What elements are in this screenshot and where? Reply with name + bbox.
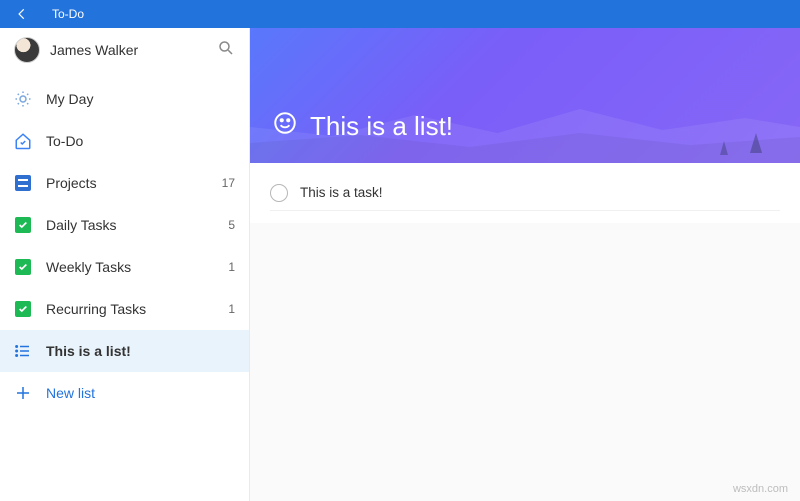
sidebar-item-weekly-tasks[interactable]: Weekly Tasks 1 <box>0 246 249 288</box>
checkbox-icon <box>14 216 32 234</box>
new-list-button[interactable]: New list <box>0 372 249 414</box>
search-button[interactable] <box>217 39 235 62</box>
watermark: wsxdn.com <box>733 483 788 495</box>
checkbox-icon <box>14 258 32 276</box>
sidebar-item-recurring-tasks[interactable]: Recurring Tasks 1 <box>0 288 249 330</box>
sidebar-item-my-day[interactable]: My Day <box>0 78 249 120</box>
task-list: This is a task! <box>250 163 800 223</box>
sidebar-item-label: Daily Tasks <box>46 217 214 233</box>
sidebar: James Walker My Day To-Do <box>0 28 250 501</box>
sidebar-item-count: 5 <box>228 218 235 232</box>
list-header: This is a list! <box>250 28 800 163</box>
list-icon <box>14 342 32 360</box>
avatar <box>14 37 40 63</box>
task-title: This is a task! <box>300 185 383 200</box>
sidebar-item-label: Projects <box>46 175 208 191</box>
sidebar-list: My Day To-Do Projects 17 <box>0 72 249 414</box>
sidebar-item-label: This is a list! <box>46 343 221 359</box>
smiley-icon[interactable] <box>272 110 298 143</box>
task-checkbox[interactable] <box>270 184 288 202</box>
sun-icon <box>14 90 32 108</box>
title-bar: To-Do <box>0 0 800 28</box>
back-button[interactable] <box>0 0 44 28</box>
sidebar-item-projects[interactable]: Projects 17 <box>0 162 249 204</box>
home-icon <box>14 132 32 150</box>
user-name: James Walker <box>50 42 207 58</box>
task-row[interactable]: This is a task! <box>270 175 780 211</box>
app-title: To-Do <box>52 7 84 21</box>
sidebar-item-count: 1 <box>228 260 235 274</box>
plus-icon <box>14 384 32 402</box>
back-arrow-icon <box>15 7 29 21</box>
sidebar-item-count: 1 <box>228 302 235 316</box>
checkbox-icon <box>14 300 32 318</box>
new-list-label: New list <box>46 385 95 401</box>
grid-icon <box>14 174 32 192</box>
search-icon <box>217 39 235 57</box>
sidebar-item-this-is-a-list[interactable]: This is a list! <box>0 330 249 372</box>
list-title[interactable]: This is a list! <box>310 111 453 142</box>
sidebar-item-todo[interactable]: To-Do <box>0 120 249 162</box>
user-row[interactable]: James Walker <box>0 28 249 72</box>
sidebar-item-daily-tasks[interactable]: Daily Tasks 5 <box>0 204 249 246</box>
main-panel: This is a list! This is a task! <box>250 28 800 501</box>
sidebar-item-count: 17 <box>222 176 235 190</box>
sidebar-item-label: To-Do <box>46 133 221 149</box>
sidebar-item-label: Recurring Tasks <box>46 301 214 317</box>
sidebar-item-label: My Day <box>46 91 221 107</box>
sidebar-item-label: Weekly Tasks <box>46 259 214 275</box>
